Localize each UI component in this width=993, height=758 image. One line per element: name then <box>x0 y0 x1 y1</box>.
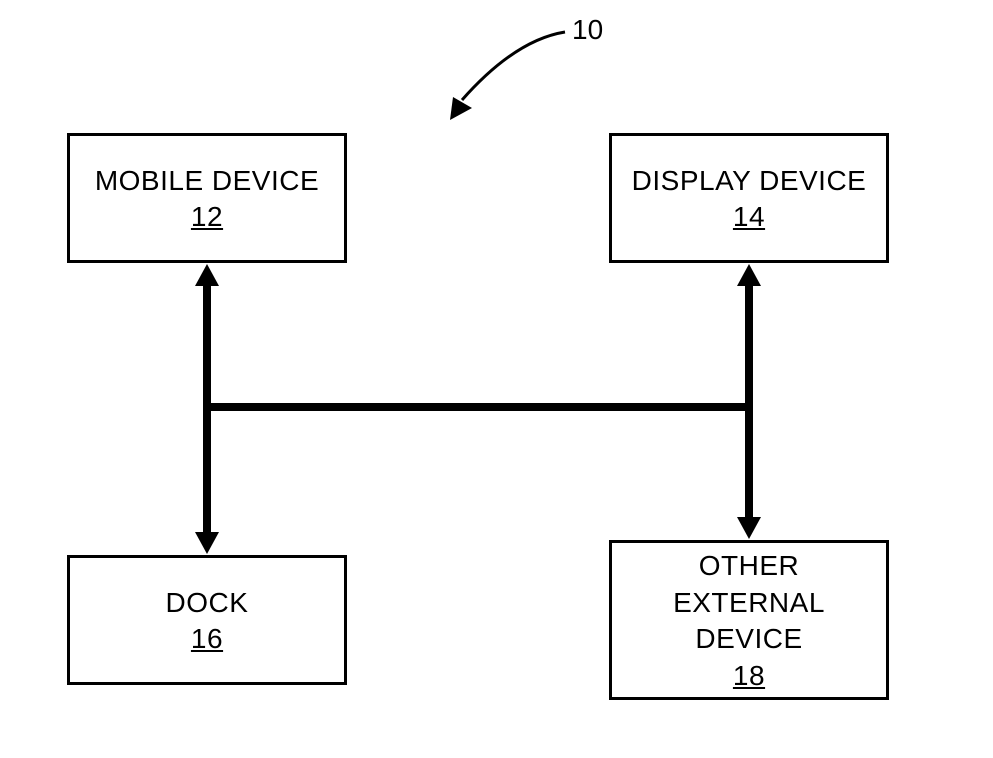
box-label: DISPLAY DEVICE <box>632 163 867 199</box>
arrowhead-up-left <box>195 264 219 286</box>
arrowhead-up-right <box>737 264 761 286</box>
reference-arrow <box>420 20 580 130</box>
box-mobile-device: MOBILE DEVICE 12 <box>67 133 347 263</box>
connector-horizontal <box>203 403 753 411</box>
box-number: 18 <box>733 660 765 692</box>
box-label: OTHER EXTERNAL DEVICE <box>622 548 876 657</box>
box-number: 16 <box>191 623 223 655</box>
box-label: DOCK <box>166 585 249 621</box>
box-number: 14 <box>733 201 765 233</box>
box-label: MOBILE DEVICE <box>95 163 319 199</box>
arrowhead-down-right <box>737 517 761 539</box>
arrowhead-down-left <box>195 532 219 554</box>
box-display-device: DISPLAY DEVICE 14 <box>609 133 889 263</box>
box-number: 12 <box>191 201 223 233</box>
box-dock: DOCK 16 <box>67 555 347 685</box>
box-other-external-device: OTHER EXTERNAL DEVICE 18 <box>609 540 889 700</box>
